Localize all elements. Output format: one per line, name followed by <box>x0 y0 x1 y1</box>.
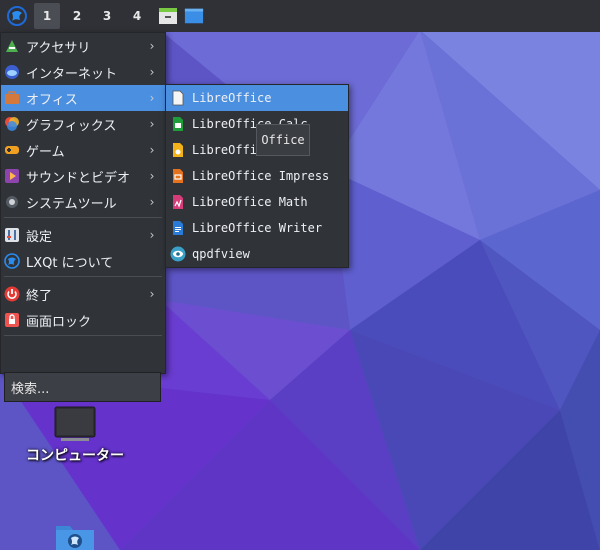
menu-item-label: システムツール <box>26 196 117 212</box>
computer-icon <box>54 406 96 441</box>
power-icon <box>4 286 20 302</box>
lxqt-icon <box>4 253 20 269</box>
submenu-item-label: LibreOffice Writer <box>192 221 323 235</box>
menu-item-label: 画面ロック <box>26 314 92 330</box>
menu-item-settings[interactable]: 設定 › <box>1 222 165 248</box>
lxqt-logo-icon <box>7 6 27 26</box>
chevron-right-icon: › <box>149 117 155 131</box>
libreoffice-draw-icon <box>173 143 183 157</box>
menu-item-label: ゲーム <box>26 144 65 160</box>
submenu-item-qpdfview[interactable]: qpdfview <box>166 241 348 267</box>
games-icon <box>5 146 19 154</box>
submenu-item-libreoffice-math[interactable]: LibreOffice Math <box>166 189 348 215</box>
office-submenu: LibreOffice LibreOffice Calc LibreOffice… <box>165 84 349 268</box>
menu-item-about-lxqt[interactable]: LXQt について <box>1 248 165 274</box>
menu-item-label: LXQt について <box>26 255 114 271</box>
submenu-item-label: LibreOffice <box>192 91 272 105</box>
submenu-item-label: qpdfview <box>192 247 250 261</box>
file-manager-icon[interactable] <box>158 6 178 26</box>
search-placeholder: 検索... <box>11 381 50 397</box>
desktop-icon-network[interactable] <box>52 522 98 550</box>
menu-item-label: アクセサリ <box>26 40 91 56</box>
libreoffice-calc-icon <box>173 117 183 131</box>
menu-item-label: グラフィックス <box>26 118 117 134</box>
menu-separator <box>4 217 162 218</box>
menu-item-sound-video[interactable]: サウンドとビデオ › <box>1 163 165 189</box>
multimedia-icon <box>5 169 19 183</box>
taskbar: 1 2 3 4 <box>0 0 600 32</box>
menu-search-input[interactable]: 検索... <box>4 372 161 402</box>
application-menu: アクセサリ › インターネット › オフィス › グラフィックス › ゲーム ›… <box>0 32 166 402</box>
desktop-icon-computer[interactable]: コンピューター <box>20 405 130 465</box>
desktop-switch-2[interactable]: 2 <box>64 3 90 29</box>
menu-separator <box>4 276 162 277</box>
chevron-right-icon: › <box>149 195 155 209</box>
show-desktop-icon[interactable] <box>184 6 204 26</box>
submenu-item-libreoffice[interactable]: LibreOffice <box>166 85 348 111</box>
menu-separator <box>4 335 162 336</box>
menu-item-graphics[interactable]: グラフィックス › <box>1 111 165 137</box>
office-icon <box>5 91 19 104</box>
menu-item-label: オフィス <box>26 92 78 108</box>
chevron-right-icon: › <box>149 287 155 301</box>
menu-item-shutdown[interactable]: 終了 › <box>1 281 165 307</box>
graphics-icon <box>5 117 19 131</box>
libreoffice-writer-icon <box>173 221 183 235</box>
menu-item-lock-screen[interactable]: 画面ロック <box>1 307 165 333</box>
chevron-right-icon: › <box>149 91 155 105</box>
menu-item-games[interactable]: ゲーム › <box>1 137 165 163</box>
submenu-item-libreoffice-writer[interactable]: LibreOffice Writer <box>166 215 348 241</box>
chevron-right-icon: › <box>149 169 155 183</box>
lock-icon <box>5 313 19 327</box>
internet-icon <box>5 65 19 79</box>
menu-item-label: 設定 <box>26 229 53 245</box>
menu-item-system-tools[interactable]: システムツール › <box>1 189 165 215</box>
network-folder-icon <box>56 526 94 550</box>
menu-item-label: インターネット <box>26 66 118 82</box>
qpdfview-icon <box>170 246 186 262</box>
submenu-item-label: LibreOffice Math <box>192 195 308 209</box>
chevron-right-icon: › <box>149 65 155 79</box>
accessories-icon <box>6 40 18 52</box>
menu-item-office[interactable]: オフィス › <box>1 85 165 111</box>
libreoffice-impress-icon <box>173 169 183 183</box>
chevron-right-icon: › <box>149 39 155 53</box>
menu-item-label: サウンドとビデオ <box>26 170 131 186</box>
libreoffice-math-icon <box>173 195 183 209</box>
chevron-right-icon: › <box>149 228 155 242</box>
tooltip: Office <box>256 124 310 156</box>
menu-item-accessories[interactable]: アクセサリ › <box>1 33 165 59</box>
desktop-icon-label: コンピューター <box>26 448 124 464</box>
desktop-switch-3[interactable]: 3 <box>94 3 120 29</box>
menu-item-internet[interactable]: インターネット › <box>1 59 165 85</box>
start-menu-button[interactable] <box>4 3 30 29</box>
libreoffice-icon <box>172 90 184 106</box>
submenu-item-label: LibreOffice Impress <box>192 169 330 183</box>
chevron-right-icon: › <box>149 143 155 157</box>
settings-icon <box>5 228 19 242</box>
desktop-switch-1[interactable]: 1 <box>34 3 60 29</box>
desktop-switch-4[interactable]: 4 <box>124 3 150 29</box>
menu-item-label: 終了 <box>26 288 53 304</box>
submenu-item-libreoffice-impress[interactable]: LibreOffice Impress <box>166 163 348 189</box>
tooltip-text: Office <box>261 133 305 147</box>
system-tools-icon <box>6 196 18 208</box>
